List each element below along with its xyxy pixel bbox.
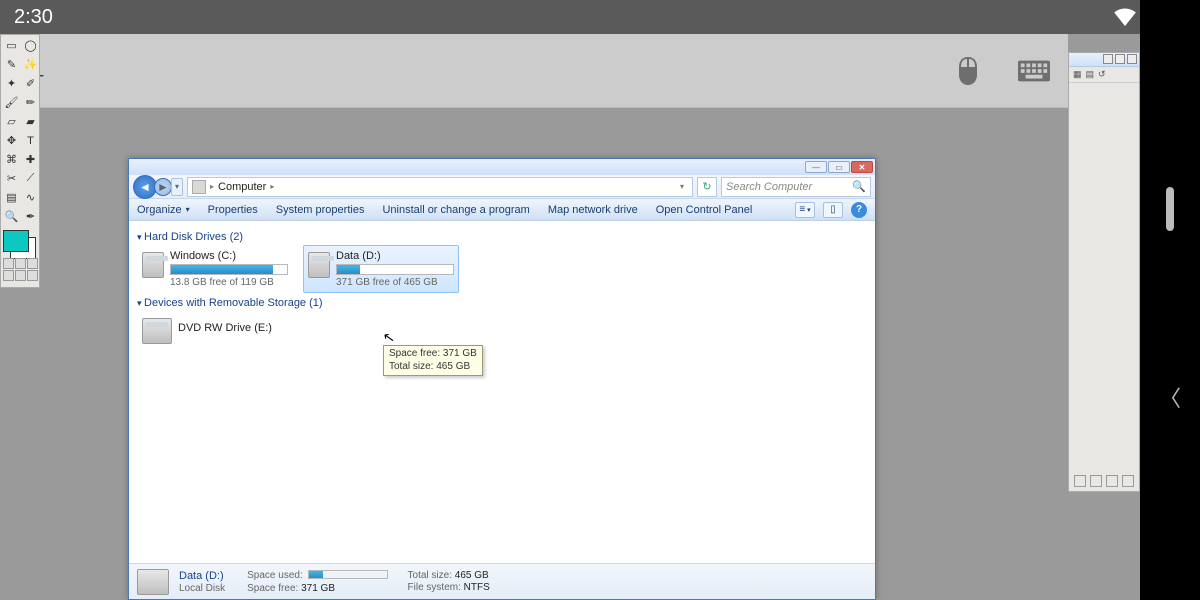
organize-menu[interactable]: Organize — [137, 204, 182, 216]
map-network-drive-button[interactable]: Map network drive — [548, 204, 638, 216]
refresh-button[interactable]: ↻ — [697, 177, 717, 197]
nav-back-icon[interactable]: 〈 — [1159, 381, 1181, 413]
command-bar: Organize▾ Properties System properties U… — [129, 199, 875, 221]
tool-crop-icon[interactable]: ✂ — [3, 170, 20, 187]
gimp-dock-right: ▦ ▤↺ — [1068, 52, 1140, 492]
tool-ink-icon[interactable]: ✒ — [22, 208, 39, 225]
view-mode-button[interactable]: ≡▾ — [795, 202, 815, 218]
drive-space-text: 371 GB free of 465 GB — [336, 277, 454, 288]
status-clock: 2:30 — [14, 6, 53, 29]
nav-history-dropdown[interactable]: ▾ — [171, 178, 183, 196]
tool-bucket-icon[interactable]: ▰ — [22, 113, 39, 130]
address-bar: ◄ ► ▾ ▸ Computer ▸ ▾ ↻ Search Computer 🔍 — [129, 175, 875, 199]
minimize-button[interactable]: — — [805, 161, 827, 173]
drive-space-text: 13.8 GB free of 119 GB — [170, 277, 288, 288]
breadcrumb-separator: ▸ — [210, 182, 214, 191]
dock-tab-icon[interactable]: ↺ — [1098, 69, 1106, 80]
properties-button[interactable]: Properties — [208, 204, 258, 216]
close-button[interactable]: ✕ — [851, 161, 873, 173]
toolbox-footer — [3, 258, 39, 281]
status-space-free-label: Space free: — [247, 583, 298, 594]
status-filesystem-label: File system: — [408, 582, 461, 593]
help-button[interactable]: ? — [851, 202, 867, 218]
tool-move-icon[interactable]: ✥ — [3, 132, 20, 149]
tool-rect-select-icon[interactable]: ▭ — [3, 37, 20, 54]
drive-tooltip: Space free: 371 GB Total size: 465 GB — [383, 345, 483, 376]
group-removable-storage[interactable]: Devices with Removable Storage (1) — [137, 293, 867, 311]
drive-label: DVD RW Drive (E:) — [178, 322, 288, 334]
tool-eraser-icon[interactable]: ▱ — [3, 113, 20, 130]
hard-drive-icon — [308, 252, 330, 278]
tool-gradient-icon[interactable]: ▤ — [3, 189, 20, 206]
gimp-toolbox: ▭ ◯ ✎ ✨ ✦ ✐ 🖌 ✏ ▱ ▰ ✥ T ⌘ ✚ ✂ ⟋ ▤ ∿ 🔍 ✒ — [0, 34, 40, 288]
hard-drive-icon — [142, 252, 164, 278]
tool-heal-icon[interactable]: ✚ — [22, 151, 39, 168]
tool-lasso-icon[interactable]: ✎ — [3, 56, 20, 73]
status-filesystem: NTFS — [464, 582, 490, 593]
nav-handle[interactable] — [1166, 187, 1174, 231]
tool-eyedrop-icon[interactable]: ✐ — [22, 75, 39, 92]
status-drive-type: Local Disk — [179, 583, 225, 594]
dock-tab-icon[interactable]: ▤ — [1086, 69, 1095, 80]
tool-smudge-icon[interactable]: ∿ — [22, 189, 39, 206]
preview-pane-button[interactable]: ▯ — [823, 202, 843, 218]
breadcrumb[interactable]: ▸ Computer ▸ ▾ — [187, 177, 693, 197]
tool-measure-icon[interactable]: ⟋ — [22, 170, 39, 187]
status-drive-name: Data (D:) — [179, 570, 225, 582]
android-status-bar: 2:30 — [0, 0, 1200, 34]
status-space-used-label: Space used: — [247, 570, 303, 581]
usage-bar — [336, 264, 454, 275]
search-placeholder: Search Computer — [726, 181, 812, 193]
tool-clone-icon[interactable]: ⌘ — [3, 151, 20, 168]
breadcrumb-item[interactable]: Computer — [218, 181, 266, 193]
color-swatch[interactable] — [3, 230, 39, 252]
content-pane: Hard Disk Drives (2) Windows (C:) 13.8 G… — [129, 221, 875, 563]
tool-ellipse-select-icon[interactable]: ◯ — [22, 37, 39, 54]
search-icon: 🔍 — [852, 180, 866, 193]
dock-tab-icon[interactable]: ▦ — [1073, 69, 1082, 80]
open-control-panel-button[interactable]: Open Control Panel — [656, 204, 753, 216]
drive-c[interactable]: Windows (C:) 13.8 GB free of 119 GB — [137, 245, 293, 293]
tool-text-icon[interactable]: T — [22, 132, 39, 149]
uninstall-button[interactable]: Uninstall or change a program — [382, 204, 529, 216]
breadcrumb-separator[interactable]: ▸ — [270, 182, 274, 191]
tool-pencil-icon[interactable]: ✏ — [22, 94, 39, 111]
status-total-size: 465 GB — [455, 570, 489, 581]
search-input[interactable]: Search Computer 🔍 — [721, 177, 871, 197]
computer-icon — [192, 180, 206, 194]
breadcrumb-dropdown[interactable]: ▾ — [676, 182, 688, 191]
status-total-size-label: Total size: — [408, 570, 452, 581]
status-bar: Data (D:) Space used: Local Disk Space f… — [129, 563, 875, 599]
usage-bar — [170, 264, 288, 275]
drive-label: Data (D:) — [336, 250, 454, 262]
system-properties-button[interactable]: System properties — [276, 204, 365, 216]
status-space-free: 371 GB — [301, 583, 335, 594]
dvd-drive-icon — [142, 318, 172, 344]
drive-e[interactable]: DVD RW Drive (E:) — [137, 311, 293, 349]
drive-label: Windows (C:) — [170, 250, 288, 262]
maximize-button[interactable]: ▭ — [828, 161, 850, 173]
dock-titlebar — [1069, 53, 1139, 67]
mouse-icon[interactable] — [952, 57, 984, 85]
android-nav-bar: 〈 — [1140, 0, 1200, 600]
drive-d[interactable]: Data (D:) 371 GB free of 465 GB — [303, 245, 459, 293]
tool-path-icon[interactable]: ✦ — [3, 75, 20, 92]
tool-brush-icon[interactable]: 🖌 — [3, 94, 20, 111]
explorer-window: — ▭ ✕ ◄ ► ▾ ▸ Computer ▸ ▾ ↻ Search Comp… — [128, 158, 876, 600]
tool-zoom-icon[interactable]: 🔍 — [3, 208, 20, 225]
wifi-icon — [1114, 8, 1136, 26]
tool-wand-icon[interactable]: ✨ — [22, 56, 39, 73]
nav-buttons: ◄ ► ▾ — [133, 175, 183, 199]
keyboard-icon[interactable] — [1018, 57, 1050, 85]
group-hard-disk-drives[interactable]: Hard Disk Drives (2) — [137, 227, 867, 245]
window-titlebar[interactable]: — ▭ ✕ — [129, 159, 875, 175]
app-toolbar: ← — [0, 34, 1068, 108]
hard-drive-icon — [137, 569, 169, 595]
status-usage-bar — [308, 570, 388, 579]
nav-forward-button[interactable]: ► — [154, 178, 172, 196]
